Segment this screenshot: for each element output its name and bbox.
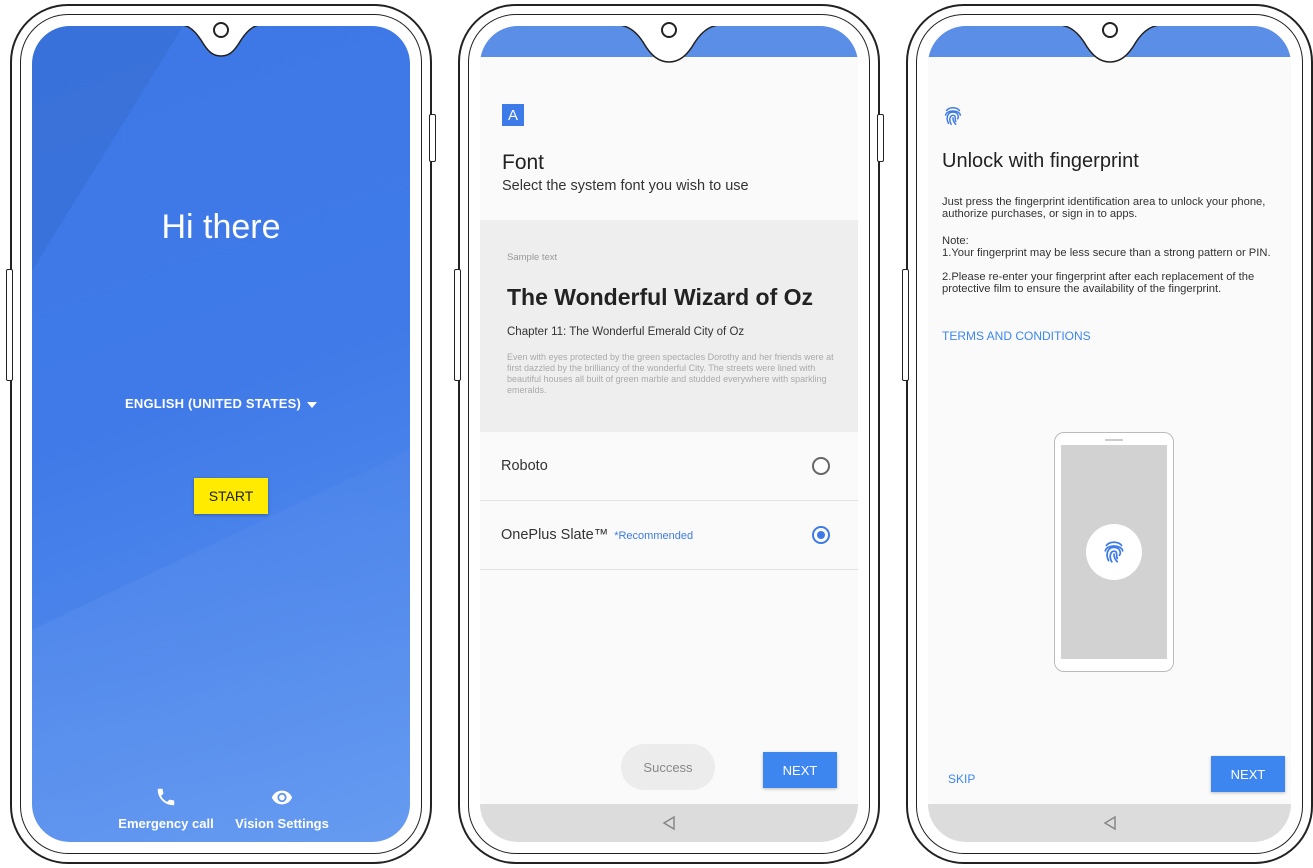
font-screen: A Font Select the system font you wish t… (480, 26, 858, 842)
emergency-call-button[interactable]: Emergency call (116, 786, 216, 831)
radio-button-selected[interactable] (812, 526, 830, 544)
fingerprint-icon (944, 107, 962, 125)
phone-fingerprint: Unlock with fingerprint Just press the f… (902, 4, 1313, 864)
greeting-title: Hi there (161, 208, 281, 246)
start-button[interactable]: START (194, 478, 268, 514)
sample-body: Even with eyes protected by the green sp… (507, 352, 834, 395)
camera-icon (213, 22, 229, 38)
terms-link[interactable]: TERMS AND CONDITIONS (942, 329, 1091, 343)
font-option-label: Roboto (501, 458, 548, 474)
intro-text: Just press the fingerprint identificatio… (942, 196, 1266, 220)
navigation-bar (480, 804, 858, 842)
recommended-tag: *Recommended (614, 530, 694, 542)
power-button (429, 114, 436, 162)
font-option-roboto[interactable]: Roboto (480, 432, 858, 501)
radio-button[interactable] (812, 457, 830, 475)
language-selector[interactable]: ENGLISH (UNITED STATES) (32, 396, 410, 411)
vision-settings-button[interactable]: Vision Settings (227, 786, 337, 831)
font-option-label: OnePlus Slate™ *Recommended (501, 527, 694, 543)
note-heading: Note: (942, 235, 969, 247)
fingerprint-sensor[interactable] (1086, 524, 1142, 580)
emergency-call-label: Emergency call (118, 816, 214, 831)
skip-button[interactable]: SKIP (948, 772, 975, 786)
volume-button (6, 269, 13, 381)
font-icon: A (502, 104, 524, 126)
sample-title: The Wonderful Wizard of Oz (507, 284, 814, 310)
next-button[interactable]: NEXT (1211, 756, 1285, 792)
volume-button (454, 269, 461, 381)
navigation-bar (928, 804, 1291, 842)
vision-settings-label: Vision Settings (235, 816, 329, 831)
sample-text-panel: Sample text The Wonderful Wizard of Oz C… (480, 220, 858, 432)
page-title: Font (502, 151, 545, 174)
note-item-2: 2.Please re-enter your fingerprint after… (942, 271, 1255, 295)
fingerprint-screen: Unlock with fingerprint Just press the f… (928, 26, 1291, 842)
volume-button (902, 269, 909, 381)
sample-chapter: Chapter 11: The Wonderful Emerald City o… (507, 326, 745, 338)
language-label: ENGLISH (UNITED STATES) (124, 396, 301, 411)
phone-font: A Font Select the system font you wish t… (454, 4, 884, 864)
camera-icon (1101, 22, 1118, 38)
sample-label: Sample text (507, 252, 558, 263)
back-icon[interactable] (662, 815, 676, 831)
welcome-screen: Hi there ENGLISH (UNITED STATES) START E… (32, 26, 410, 842)
phone-icon (157, 788, 175, 806)
speaker (1105, 439, 1123, 441)
eye-icon (271, 790, 293, 805)
back-icon[interactable] (1103, 815, 1117, 831)
note-item-1: 1.Your fingerprint may be less secure th… (942, 247, 1271, 259)
font-option-oneplus-slate[interactable]: OnePlus Slate™ *Recommended (480, 501, 858, 570)
page-subtitle: Select the system font you wish to use (502, 178, 749, 194)
power-button (877, 114, 884, 162)
chevron-down-icon (307, 401, 317, 408)
camera-icon (661, 22, 677, 38)
illustration-screen (1061, 445, 1167, 659)
success-toast: Success (621, 744, 715, 790)
page-title: Unlock with fingerprint (942, 150, 1139, 172)
next-button[interactable]: NEXT (763, 752, 837, 788)
phone-illustration (1054, 432, 1174, 672)
fingerprint-icon (1104, 541, 1124, 563)
phone-welcome: Hi there ENGLISH (UNITED STATES) START E… (6, 4, 436, 864)
